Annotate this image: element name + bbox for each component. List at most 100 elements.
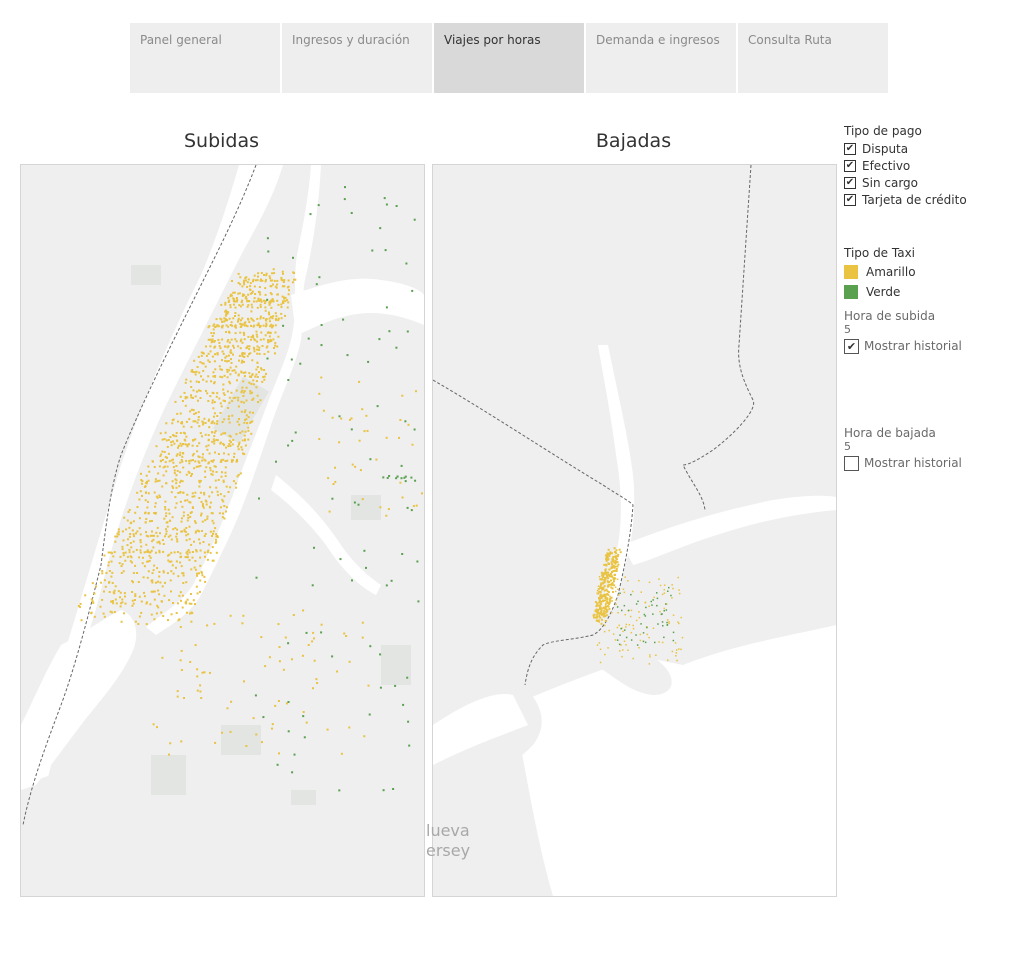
trip-point	[388, 475, 391, 477]
trip-point	[363, 430, 366, 433]
trip-point	[157, 580, 159, 583]
trip-point	[239, 331, 242, 334]
trip-point	[663, 584, 666, 586]
pickup-hour-value[interactable]: 5	[844, 323, 962, 336]
trip-point	[338, 415, 341, 418]
trip-point	[174, 400, 177, 403]
trip-point	[247, 278, 250, 281]
trip-point	[153, 466, 156, 468]
checkbox-unchecked-icon[interactable]	[844, 455, 859, 471]
trip-point	[402, 703, 405, 706]
trip-point	[256, 306, 259, 309]
pickups-map[interactable]	[20, 164, 425, 897]
trip-point	[200, 375, 202, 378]
trip-point	[259, 279, 262, 282]
trip-point	[229, 382, 232, 385]
trip-point	[287, 293, 290, 296]
trip-point	[235, 389, 238, 392]
trip-point	[258, 286, 261, 288]
trip-point	[192, 389, 195, 392]
dropoff-history-toggle[interactable]: Mostrar historial	[844, 453, 962, 473]
checkbox-checked-icon[interactable]: ✔	[844, 193, 856, 206]
checkbox-checked-icon[interactable]: ✔	[844, 142, 856, 155]
trip-point	[210, 460, 213, 462]
trip-point	[161, 539, 164, 542]
trip-point	[245, 745, 248, 747]
payment-option-tarjeta[interactable]: ✔ Tarjeta de crédito	[844, 191, 967, 208]
trip-point	[307, 337, 310, 340]
trip-point	[677, 576, 679, 579]
payment-option-efectivo[interactable]: ✔ Efectivo	[844, 157, 967, 174]
trip-point	[134, 595, 137, 598]
payment-option-sin-cargo[interactable]: ✔ Sin cargo	[844, 174, 967, 191]
trip-point	[220, 475, 223, 478]
trip-point	[271, 279, 274, 282]
checkbox-checked-icon[interactable]: ✔	[844, 338, 859, 354]
trip-point	[618, 643, 621, 646]
trip-point	[599, 578, 602, 581]
trip-point	[334, 466, 336, 469]
checkbox-checked-icon[interactable]: ✔	[844, 159, 856, 172]
legend-item-amarillo[interactable]: Amarillo	[844, 262, 916, 282]
tab-ingresos-duracion[interactable]: Ingresos y duración	[282, 23, 432, 93]
trip-point	[273, 272, 276, 275]
trip-point	[256, 352, 259, 355]
pickup-history-toggle[interactable]: ✔ Mostrar historial	[844, 336, 962, 356]
tab-consulta-ruta[interactable]: Consulta Ruta	[738, 23, 888, 93]
trip-point	[224, 471, 227, 474]
trip-point	[225, 331, 227, 333]
tab-label: Ingresos y duración	[292, 33, 410, 47]
payment-option-label: Tarjeta de crédito	[862, 192, 967, 207]
trip-point	[188, 551, 191, 554]
checkbox-checked-icon[interactable]: ✔	[844, 176, 856, 189]
trip-point	[204, 580, 207, 583]
trip-point	[675, 655, 677, 657]
tab-demanda-ingresos[interactable]: Demanda e ingresos	[586, 23, 736, 93]
trip-point	[227, 311, 230, 314]
park	[381, 645, 411, 685]
trip-point	[613, 561, 616, 564]
trip-point	[174, 496, 177, 499]
trip-point	[190, 568, 193, 571]
dashboard-tabs: Panel general Ingresos y duración Viajes…	[130, 23, 890, 93]
trip-point	[130, 556, 133, 559]
legend-item-verde[interactable]: Verde	[844, 282, 916, 302]
trip-point	[211, 335, 214, 337]
trip-point	[121, 545, 124, 548]
trip-point	[252, 300, 255, 303]
trip-point	[181, 505, 184, 508]
trip-point	[179, 491, 182, 493]
trip-point	[379, 227, 382, 230]
trip-point	[171, 564, 174, 567]
trip-point	[630, 631, 633, 634]
trip-point	[175, 432, 178, 434]
trip-point	[175, 566, 177, 569]
trip-point	[163, 535, 166, 538]
trip-point	[600, 596, 603, 599]
trip-point	[379, 653, 382, 656]
trip-point	[605, 602, 607, 604]
trip-point	[210, 380, 213, 383]
trip-point	[147, 465, 150, 468]
trip-point	[214, 479, 217, 482]
dropoff-hour-value[interactable]: 5	[844, 440, 962, 453]
tab-panel-general[interactable]: Panel general	[130, 23, 280, 93]
trip-point	[239, 347, 242, 350]
trip-point	[241, 352, 244, 354]
trip-point	[137, 623, 140, 625]
trip-point	[179, 500, 182, 503]
trip-point	[358, 380, 361, 383]
dropoffs-map[interactable]	[432, 164, 837, 897]
tab-viajes-por-horas[interactable]: Viajes por horas	[434, 23, 584, 93]
trip-point	[609, 595, 611, 598]
trip-point	[169, 742, 172, 745]
trip-point	[250, 317, 253, 320]
trip-point	[615, 599, 617, 601]
trip-point	[197, 399, 199, 402]
trip-point	[339, 558, 342, 561]
trip-point	[640, 591, 642, 593]
payment-option-disputa[interactable]: ✔ Disputa	[844, 140, 967, 157]
trip-point	[176, 690, 179, 693]
trip-point	[399, 419, 402, 421]
trip-point	[147, 500, 149, 503]
